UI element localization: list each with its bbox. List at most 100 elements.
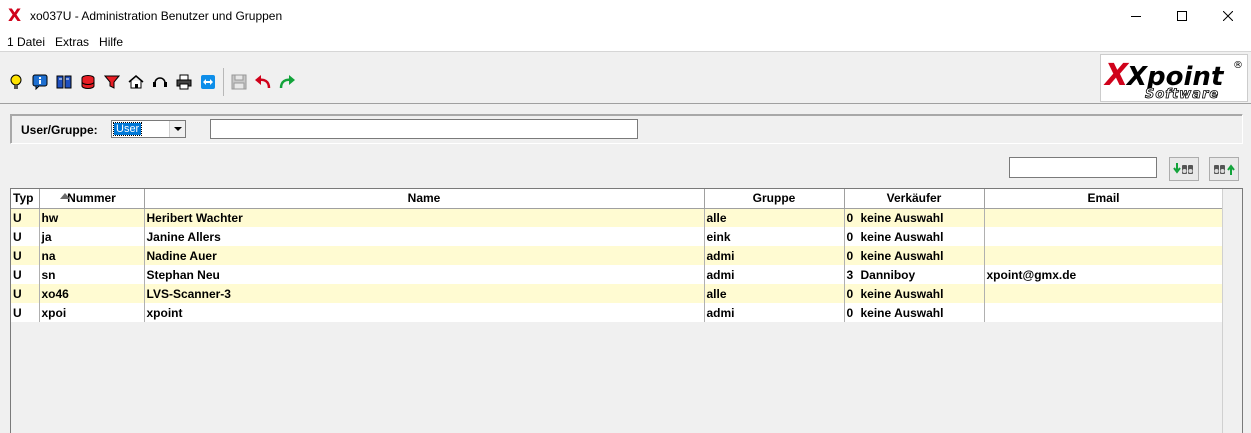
cell-verkaeufer: 0 keine Auswahl [844,284,985,303]
menu-datei[interactable]: 1 Datei [2,32,50,52]
redo-icon [279,75,295,89]
redo-button[interactable] [275,71,299,93]
column-header-verkaeufer[interactable]: Verkäufer [844,189,985,209]
cell-verkaeufer: 0 keine Auswahl [844,246,985,265]
cell-nummer: xo46 [39,284,145,303]
lightbulb-icon [10,74,22,89]
close-icon [1223,11,1233,21]
menu-extras[interactable]: Extras [50,32,94,52]
table-row[interactable]: U na Nadine Auer admi 0 keine Auswahl [11,246,1224,265]
cell-email [984,208,1224,227]
cell-typ: U [11,284,40,303]
cell-typ: U [11,265,40,284]
cell-nummer: na [39,246,145,265]
teamviewer-button[interactable] [196,71,220,93]
save-button[interactable] [227,71,251,93]
table-row[interactable]: U xo46 LVS-Scanner-3 alle 0 keine Auswahl [11,284,1224,303]
table-row[interactable]: U xpoi xpoint admi 0 keine Auswahl [11,303,1224,322]
column-header-email[interactable]: Email [984,189,1224,209]
cell-typ: U [11,208,40,227]
undo-icon [255,75,271,89]
minimize-button[interactable] [1113,0,1159,32]
user-gruppe-select[interactable]: User [111,120,186,138]
cell-email [984,227,1224,246]
filter-icon [104,75,120,89]
info-button[interactable] [28,71,52,93]
save-icon [231,74,247,90]
maximize-icon [1177,11,1187,21]
cell-gruppe: admi [704,303,845,322]
window-title: xo037U - Administration Benutzer und Gru… [30,9,283,23]
print-icon [176,74,192,90]
cell-typ: U [11,246,40,265]
home-button[interactable] [124,71,148,93]
print-button[interactable] [172,71,196,93]
filter-text-field[interactable] [210,119,638,139]
cell-email [984,284,1224,303]
xpoint-app-icon: X [8,6,22,26]
cell-email [984,246,1224,265]
table-row[interactable]: U sn Stephan Neu admi 3 Danniboy xpoint@g… [11,265,1224,284]
cell-nummer: sn [39,265,145,284]
cell-name: Janine Allers [144,227,705,246]
close-button[interactable] [1205,0,1251,32]
minimize-icon [1131,16,1141,17]
table-row[interactable]: U hw Heribert Wachter alle 0 keine Auswah… [11,208,1224,227]
toolbar-separator [223,68,224,96]
book-icon [56,75,72,89]
support-button[interactable] [148,71,172,93]
cell-gruppe: eink [704,227,845,246]
binoculars-up-icon [1214,164,1235,175]
cell-verkaeufer: 0 keine Auswahl [844,208,985,227]
xpoint-logo: X Xpoint ® Software [1100,54,1248,102]
filter-button[interactable] [100,71,124,93]
book-button[interactable] [52,71,76,93]
filter-panel: User/Gruppe: User [10,114,1243,144]
cell-name: Stephan Neu [144,265,705,284]
svg-text:X: X [1103,58,1130,93]
database-icon [81,75,95,89]
cell-name: LVS-Scanner-3 [144,284,705,303]
cell-gruppe: alle [704,208,845,227]
sort-ascending-icon [59,193,70,199]
user-gruppe-selected: User [112,122,143,136]
vertical-scrollbar[interactable] [1222,189,1242,433]
cell-nummer: xpoi [39,303,145,322]
headset-icon [153,77,167,87]
cell-typ: U [11,303,40,322]
app-window: X xo037U - Administration Benutzer und G… [0,0,1251,433]
window-controls [1113,0,1251,32]
find-next-button[interactable] [1169,157,1199,181]
find-previous-button[interactable] [1209,157,1239,181]
cell-email: xpoint@gmx.de [984,265,1224,284]
user-gruppe-label: User/Gruppe: [21,123,98,137]
user-table: Typ Nummer Name Gruppe Verkäufer Email U… [10,188,1243,433]
maximize-button[interactable] [1159,0,1205,32]
cell-nummer: ja [39,227,145,246]
lightbulb-button[interactable] [4,71,28,93]
column-header-gruppe[interactable]: Gruppe [704,189,845,209]
dropdown-arrow-button[interactable] [169,121,185,137]
cell-verkaeufer: 0 keine Auswahl [844,227,985,246]
menu-hilfe[interactable]: Hilfe [94,32,128,52]
column-header-typ[interactable]: Typ [11,189,40,209]
binoculars-down-icon [1173,163,1193,174]
column-header-nummer[interactable]: Nummer [39,189,145,209]
cell-email [984,303,1224,322]
undo-button[interactable] [251,71,275,93]
cell-nummer: hw [39,208,145,227]
menu-bar: 1 Datei Extras Hilfe [0,32,1251,52]
info-icon [32,74,48,90]
search-input[interactable] [1009,157,1157,178]
logo-sub: Software [1145,87,1219,101]
table-row[interactable]: U ja Janine Allers eink 0 keine Auswahl [11,227,1224,246]
toolbar: X Xpoint ® Software [0,52,1251,104]
database-button[interactable] [76,71,100,93]
cell-gruppe: admi [704,265,845,284]
home-icon [128,75,144,89]
teamviewer-icon [201,75,215,89]
cell-name: Nadine Auer [144,246,705,265]
column-header-name[interactable]: Name [144,189,705,209]
cell-typ: U [11,227,40,246]
chevron-down-icon [173,126,182,131]
